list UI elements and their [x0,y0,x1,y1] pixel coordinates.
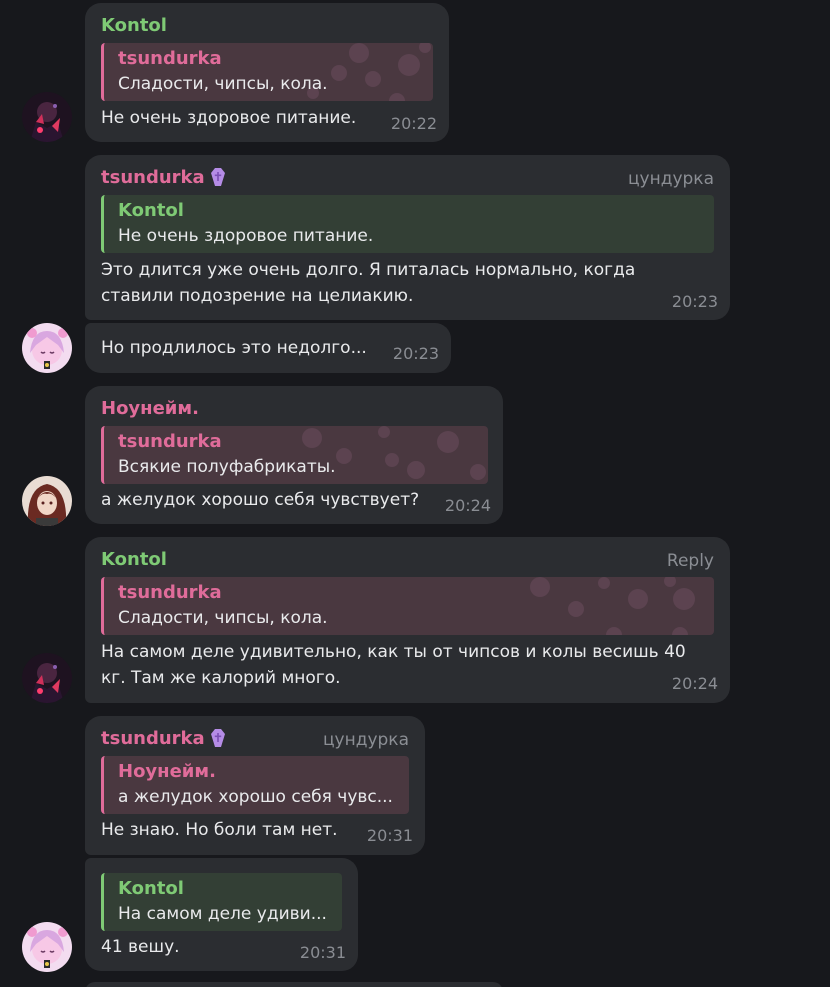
message-bubble-partial[interactable] [85,982,503,987]
message-time: 20:22 [390,114,437,133]
reply-author: Ноунейм. [118,761,216,782]
reply-text: Не очень здоровое питание. [118,226,374,246]
message-time: 20:24 [444,496,491,515]
sender-name[interactable]: Kontol [101,549,167,570]
message-bubble[interactable]: Kontol tsundurka Сладости, чипсы, кола. … [85,3,449,142]
avatar-image [22,323,72,373]
sender-name-text: tsundurka [101,167,205,188]
message-time: 20:24 [671,674,718,693]
reply-text: а желудок хорошо себя чувс... [118,787,393,807]
message-bubble[interactable]: Kontol Reply tsundurka Сладости, чипсы, … [85,537,730,703]
avatar-image [22,922,72,972]
reply-quote[interactable]: tsundurka Сладости, чипсы, кола. [101,577,714,635]
avatar-nouneim[interactable] [22,476,72,526]
avatar-tsundurka[interactable] [22,323,72,373]
message-text-line-2: кг. Там же калорий много. [101,668,341,688]
sender-name[interactable]: tsundurka [101,167,225,188]
coffin-icon [210,729,225,747]
reply-quote[interactable]: Kontol Не очень здоровое питание. [101,195,714,253]
message-text-line-2: ставили подозрение на целиакию. [101,286,414,306]
message-time: 20:23 [392,344,439,363]
avatar-kontol[interactable] [22,92,72,142]
reply-text: Сладости, чипсы, кола. [118,608,328,628]
message-text: 41 вешу. [101,937,180,957]
message-time: 20:31 [299,943,346,962]
message-text-line-1: Это длится уже очень долго. Я питалась н… [101,260,636,280]
message-bubble[interactable]: Ноунейм. tsundurka Всякие полуфабрикаты.… [85,386,503,524]
reply-author: Kontol [118,878,184,899]
reply-quote[interactable]: tsundurka Сладости, чипсы, кола. [101,43,433,101]
reply-button[interactable]: Reply [667,551,714,571]
message-text: Не знаю. Но боли там нет. [101,820,338,840]
reply-author: Kontol [118,200,184,221]
avatar-kontol[interactable] [22,653,72,703]
avatar-image [22,476,72,526]
reply-text: Всякие полуфабрикаты. [118,457,336,477]
message-text: а желудок хорошо себя чувствует? [101,490,420,510]
avatar-image [22,653,72,703]
sender-name[interactable]: Ноунейм. [101,398,199,419]
member-tag: цундурка [322,730,409,750]
reply-pattern-icon [530,577,695,635]
message-bubble[interactable]: tsundurka цундурка Ноунейм. а желудок хо… [85,716,425,855]
sender-name-text: tsundurka [101,728,205,749]
reply-quote[interactable]: Ноунейм. а желудок хорошо себя чувс... [101,756,409,814]
reply-quote[interactable]: tsundurka Всякие полуфабрикаты. [101,426,488,484]
message-text-line-1: На самом деле удивительно, как ты от чип… [101,642,686,662]
reply-author: tsundurka [118,48,222,69]
coffin-icon [210,168,225,186]
chat-history: Kontol tsundurka Сладости, чипсы, кола. … [0,0,830,987]
reply-author: tsundurka [118,431,222,452]
message-time: 20:31 [366,826,413,845]
message-time: 20:23 [671,292,718,311]
message-text: Но продлилось это недолго... [101,338,367,358]
reply-text: Сладости, чипсы, кола. [118,74,328,94]
message-text: Не очень здоровое питание. [101,108,357,128]
avatar-tsundurka[interactable] [22,922,72,972]
member-tag: цундурка [627,169,714,189]
reply-text: На самом деле удиви... [118,904,327,924]
message-bubble[interactable]: Но продлилось это недолго... 20:23 [85,323,451,373]
message-bubble[interactable]: Kontol На самом деле удиви... 41 вешу. 2… [85,858,358,971]
reply-quote[interactable]: Kontol На самом деле удиви... [101,873,342,931]
message-bubble[interactable]: tsundurka цундурка Kontol Не очень здоро… [85,155,730,320]
sender-name[interactable]: tsundurka [101,728,225,749]
avatar-image [22,92,72,142]
reply-author: tsundurka [118,582,222,603]
sender-name[interactable]: Kontol [101,15,167,36]
